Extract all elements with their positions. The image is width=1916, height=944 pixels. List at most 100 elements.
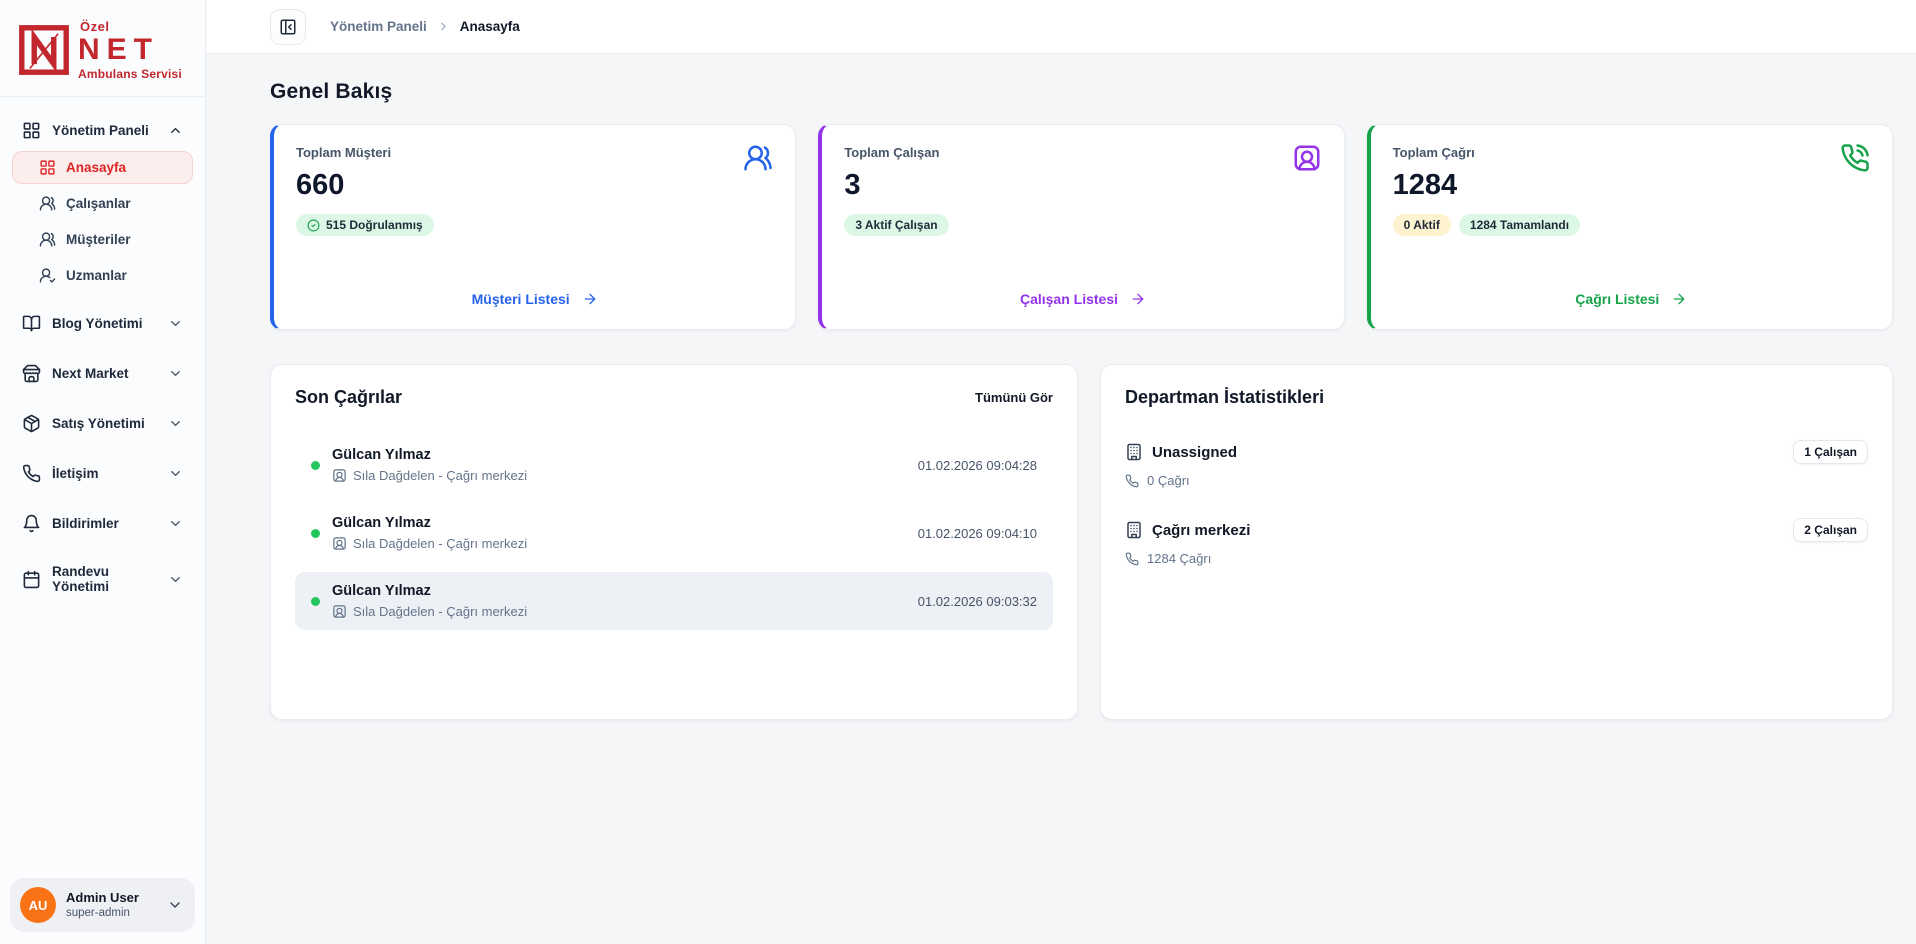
brand-line1: Özel (80, 20, 182, 33)
chevron-down-icon (168, 316, 183, 331)
status-dot (311, 597, 320, 606)
stat-value: 1284 (1393, 169, 1870, 202)
brand-logomark-icon (18, 24, 70, 76)
employee-count-badge: 1 Çalışan (1793, 440, 1868, 464)
brand-line2: Ambulans Servisi (78, 68, 182, 80)
sidebar-item-label: İletişim (52, 466, 99, 481)
brand-logo[interactable]: Özel NET Ambulans Servisi (0, 0, 205, 97)
stat-label: Toplam Çalışan (844, 145, 1321, 160)
call-timestamp: 01.02.2026 09:04:10 (918, 526, 1037, 541)
sidebar-item-label: Blog Yönetimi (52, 316, 143, 331)
phone-icon (22, 464, 41, 483)
cagri-listesi-link[interactable]: Çağrı Listesi (1393, 291, 1870, 307)
user-name: Admin User (66, 890, 139, 906)
brand-text: Özel NET Ambulans Servisi (78, 20, 182, 80)
brand-name: NET (78, 35, 182, 65)
musteri-listesi-link[interactable]: Müşteri Listesi (296, 291, 773, 307)
view-all-link[interactable]: Tümünü Gör (975, 390, 1053, 405)
status-badge: 515 Doğrulanmış (296, 214, 434, 236)
user-meta: Admin User super-admin (66, 890, 139, 921)
page-title: Genel Bakış (270, 80, 1893, 104)
user-role: super-admin (66, 906, 139, 920)
call-list-item[interactable]: Gülcan Yılmaz Sıla Dağdelen - Çağrı merk… (295, 436, 1053, 494)
sidebar-item-satis-yonetimi[interactable]: Satış Yönetimi (12, 405, 193, 442)
calendar-icon (22, 570, 41, 589)
sidebar-item-label: Anasayfa (66, 160, 126, 175)
badge-row: 3 Aktif Çalışan (844, 214, 1321, 236)
panel-left-icon (279, 18, 297, 36)
chevron-down-icon (168, 466, 183, 481)
layout-grid-icon (39, 159, 56, 176)
recent-calls-panel: Son Çağrılar Tümünü Gör Gülcan Yılmaz Sı… (270, 364, 1078, 720)
call-list-item[interactable]: Gülcan Yılmaz Sıla Dağdelen - Çağrı merk… (295, 572, 1053, 630)
user-check-icon (39, 267, 56, 284)
call-agent: Sıla Dağdelen - Çağrı merkezi (332, 604, 527, 619)
sidebar-item-calisanlar[interactable]: Çalışanlar (12, 187, 193, 220)
chevron-down-icon (168, 366, 183, 381)
user-menu[interactable]: AU Admin User super-admin (10, 878, 195, 932)
department-name: Çağrı merkezi (1152, 522, 1250, 539)
stat-card-toplam-calisan: Toplam Çalışan 3 3 Aktif Çalışan Çalışan… (818, 124, 1344, 330)
main-area: Yönetim Paneli Anasayfa Genel Bakış Topl… (206, 0, 1916, 944)
sidebar-item-anasayfa[interactable]: Anasayfa (12, 151, 193, 184)
check-circle-icon (307, 219, 320, 232)
stat-value: 660 (296, 169, 773, 202)
sidebar-item-label: Uzmanlar (66, 268, 127, 283)
call-list: Gülcan Yılmaz Sıla Dağdelen - Çağrı merk… (295, 436, 1053, 630)
status-dot (311, 529, 320, 538)
caller-name: Gülcan Yılmaz (332, 447, 527, 463)
sidebar: Özel NET Ambulans Servisi Yönetim Paneli… (0, 0, 206, 944)
store-icon (22, 364, 41, 383)
badge-row: 0 Aktif 1284 Tamamlandı (1393, 214, 1870, 236)
department-item: Unassigned 1 Çalışan 0 Çağrı (1125, 440, 1868, 488)
caller-name: Gülcan Yılmaz (332, 583, 527, 599)
stat-label: Toplam Çağrı (1393, 145, 1870, 160)
book-open-icon (22, 314, 41, 333)
department-calls: 1284 Çağrı (1125, 551, 1868, 566)
sidebar-group-yonetim-paneli[interactable]: Yönetim Paneli (12, 113, 193, 148)
phone-icon (1125, 552, 1139, 566)
sidebar-item-iletisim[interactable]: İletişim (12, 455, 193, 492)
breadcrumb-parent[interactable]: Yönetim Paneli (330, 19, 427, 34)
sidebar-toggle-button[interactable] (270, 9, 306, 45)
arrow-right-icon (582, 291, 598, 307)
content: Genel Bakış Toplam Müşteri 660 515 Doğru… (206, 54, 1916, 944)
chevron-up-icon (168, 123, 183, 138)
stat-value: 3 (844, 169, 1321, 202)
sidebar-nav: Yönetim Paneli Anasayfa Çalışanlar (0, 97, 205, 868)
phone-icon (1125, 474, 1139, 488)
package-icon (22, 414, 41, 433)
building-icon (1125, 443, 1143, 461)
stat-cards-row: Toplam Müşteri 660 515 Doğrulanmış Müşte… (270, 124, 1893, 330)
department-stats-panel: Departman İstatistikleri Unassigned 1 Ça… (1100, 364, 1893, 720)
chevron-down-icon (168, 416, 183, 431)
caller-name: Gülcan Yılmaz (332, 515, 527, 531)
user-square-icon (332, 604, 347, 619)
topbar: Yönetim Paneli Anasayfa (206, 0, 1916, 54)
sidebar-item-blog-yonetimi[interactable]: Blog Yönetimi (12, 305, 193, 342)
phone-call-icon (1840, 143, 1870, 173)
call-agent: Sıla Dağdelen - Çağrı merkezi (332, 468, 527, 483)
sidebar-sub-list: Anasayfa Çalışanlar Müşteriler Uzmanlar (12, 151, 193, 292)
arrow-right-icon (1671, 291, 1687, 307)
sidebar-item-label: Randevu Yönetimi (52, 564, 157, 594)
sidebar-item-next-market[interactable]: Next Market (12, 355, 193, 392)
panels-row: Son Çağrılar Tümünü Gör Gülcan Yılmaz Sı… (270, 364, 1893, 720)
sidebar-item-bildirimler[interactable]: Bildirimler (12, 505, 193, 542)
sidebar-item-uzmanlar[interactable]: Uzmanlar (12, 259, 193, 292)
panel-title: Son Çağrılar (295, 387, 402, 408)
stat-card-toplam-cagri: Toplam Çağrı 1284 0 Aktif 1284 Tamamland… (1367, 124, 1893, 330)
department-list: Unassigned 1 Çalışan 0 Çağrı (1125, 440, 1868, 566)
sidebar-item-randevu-yonetimi[interactable]: Randevu Yönetimi (12, 555, 193, 603)
call-list-item[interactable]: Gülcan Yılmaz Sıla Dağdelen - Çağrı merk… (295, 504, 1053, 562)
user-square-icon (332, 468, 347, 483)
employee-count-badge: 2 Çalışan (1793, 518, 1868, 542)
sidebar-item-musteriler[interactable]: Müşteriler (12, 223, 193, 256)
avatar: AU (20, 887, 56, 923)
chevron-down-icon (167, 897, 183, 913)
layout-grid-icon (22, 121, 41, 140)
calisan-listesi-link[interactable]: Çalışan Listesi (844, 291, 1321, 307)
chevron-down-icon (168, 516, 183, 531)
department-name: Unassigned (1152, 444, 1237, 461)
user-square-icon (332, 536, 347, 551)
